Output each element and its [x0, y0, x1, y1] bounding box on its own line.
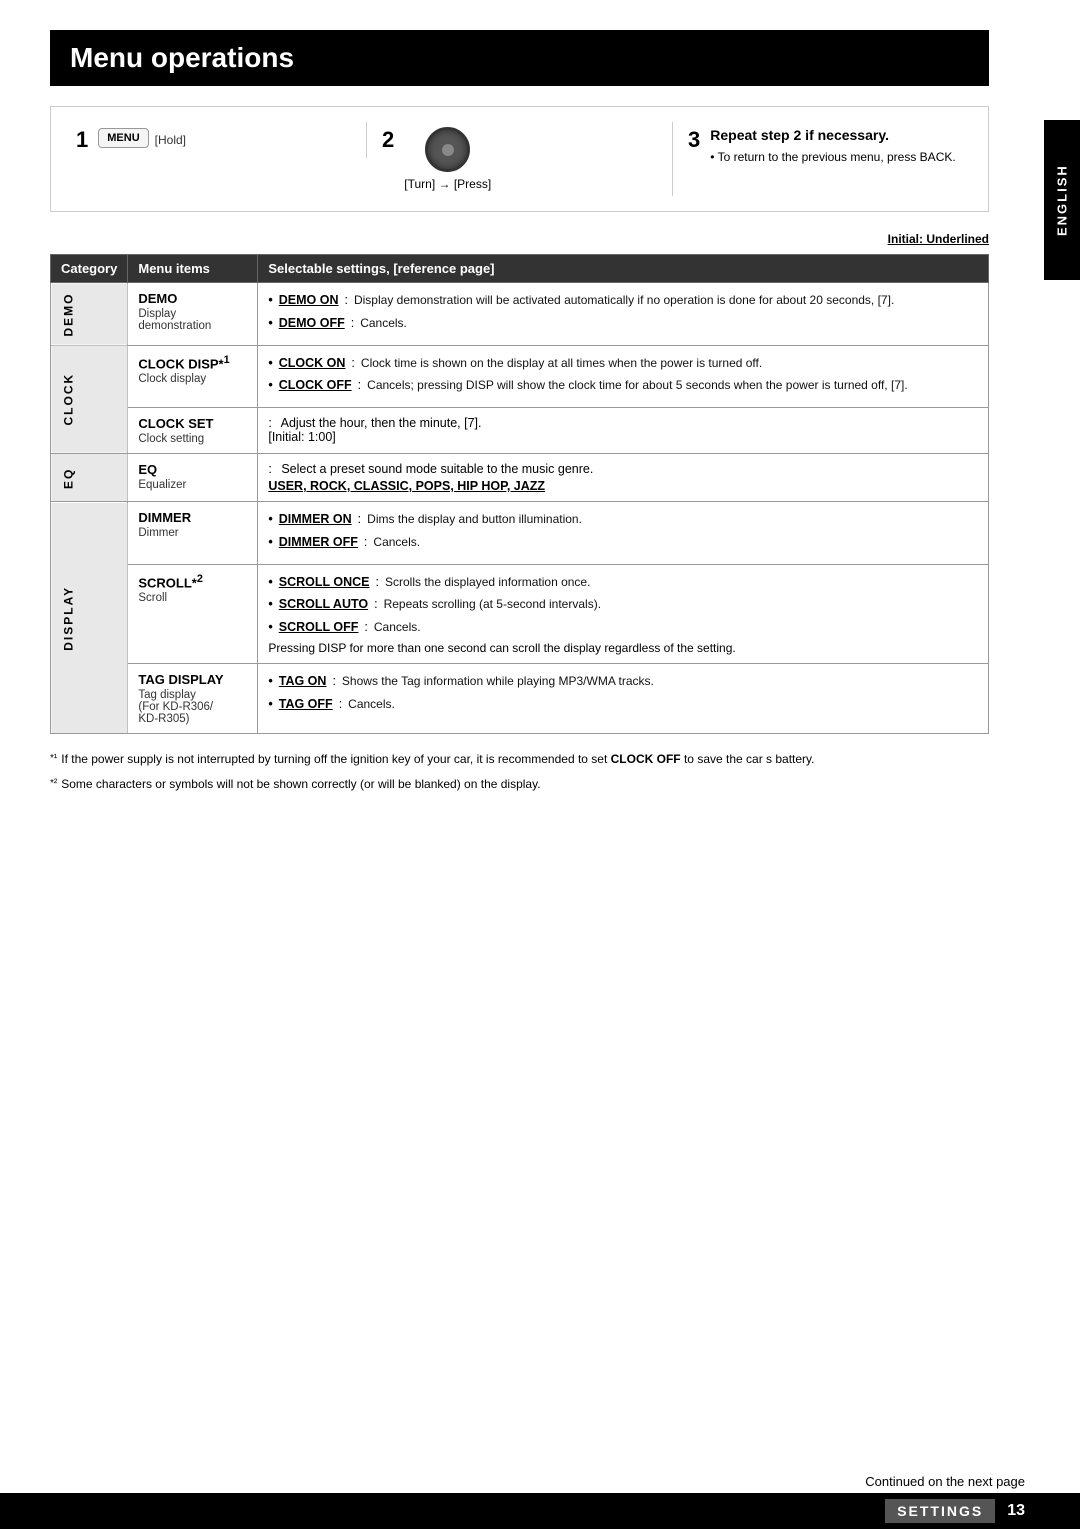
dimmer-off-option: • DIMMER OFF : Cancels.	[268, 533, 978, 552]
step-3-number: 3	[688, 127, 700, 153]
settings-dimmer: • DIMMER ON : Dims the display and butto…	[258, 502, 989, 565]
turn-press-text: [Turn] → [Press]	[404, 177, 491, 191]
menu-item-tag-display: TAG DISPLAY Tag display(For KD-R306/KD-R…	[128, 663, 258, 733]
table-row-dimmer: DISPLAY DIMMER Dimmer • DIMMER ON : Dims…	[51, 502, 989, 565]
menu-item-demo: DEMO Display demonstration	[128, 283, 258, 346]
steps-row: 1 MENU [Hold] 2 [Turn] → [Press]	[50, 106, 989, 212]
step-1: 1 MENU [Hold]	[61, 122, 367, 158]
table-row-clock-disp: CLOCK CLOCK DISP*1 Clock display • CLOCK…	[51, 345, 989, 408]
demo-off-option: • DEMO OFF : Cancels.	[268, 314, 978, 333]
menu-item-scroll: SCROLL*2 Scroll	[128, 564, 258, 663]
scroll-once-option: • SCROLL ONCE : Scrolls the displayed in…	[268, 573, 978, 592]
step-2-number: 2	[382, 127, 394, 153]
menu-item-clock-set: CLOCK SET Clock setting	[128, 408, 258, 454]
page-title: Menu operations	[70, 42, 969, 74]
table-row-tag-display: TAG DISPLAY Tag display(For KD-R306/KD-R…	[51, 663, 989, 733]
knob-icon	[425, 127, 470, 172]
scroll-off-option: • SCROLL OFF : Cancels.	[268, 618, 978, 637]
menu-table: Category Menu items Selectable settings,…	[50, 254, 989, 734]
english-tab: ENGLISH	[1044, 120, 1080, 280]
step-3: 3 Repeat step 2 if necessary. • To retur…	[673, 122, 978, 171]
settings-tag-display: • TAG ON : Shows the Tag information whi…	[258, 663, 989, 733]
menu-button: MENU	[98, 128, 148, 148]
hold-text: [Hold]	[155, 133, 186, 147]
step-2-content: [Turn] → [Press]	[404, 127, 491, 191]
clock-off-bold: CLOCK OFF	[611, 752, 681, 766]
initial-note: Initial: Underlined	[50, 232, 989, 246]
settings-label: SETTINGS	[885, 1499, 995, 1523]
tag-on-option: • TAG ON : Shows the Tag information whi…	[268, 672, 978, 691]
dimmer-on-option: • DIMMER ON : Dims the display and butto…	[268, 510, 978, 529]
footnotes: *¹ If the power supply is not interrupte…	[50, 749, 989, 795]
step-3-heading: Repeat step 2 if necessary.	[710, 127, 889, 143]
settings-clock-disp: • CLOCK ON : Clock time is shown on the …	[258, 345, 989, 408]
scroll-extra-note: Pressing DISP for more than one second c…	[268, 641, 978, 655]
category-demo: DEMO	[51, 283, 128, 346]
tag-off-option: • TAG OFF : Cancels.	[268, 695, 978, 714]
col-header-menu-items: Menu items	[128, 255, 258, 283]
category-eq: EQ	[51, 454, 128, 502]
table-row-scroll: SCROLL*2 Scroll • SCROLL ONCE : Scrolls …	[51, 564, 989, 663]
step-1-content: MENU [Hold]	[98, 128, 186, 152]
step-2: 2 [Turn] → [Press]	[367, 122, 673, 196]
demo-on-option: • DEMO ON : Display demonstration will b…	[268, 291, 978, 310]
step-3-sub: • To return to the previous menu, press …	[710, 148, 955, 166]
scroll-auto-option: • SCROLL AUTO : Repeats scrolling (at 5-…	[268, 595, 978, 614]
continued-note: Continued on the next page	[865, 1474, 1025, 1489]
page-wrapper: ENGLISH Menu operations 1 MENU [Hold] 2	[0, 0, 1080, 1529]
category-clock: CLOCK	[51, 345, 128, 454]
settings-demo: • DEMO ON : Display demonstration will b…	[258, 283, 989, 346]
step-1-number: 1	[76, 127, 88, 153]
menu-item-clock-disp: CLOCK DISP*1 Clock display	[128, 345, 258, 408]
settings-eq: : Select a preset sound mode suitable to…	[258, 454, 989, 502]
eq-options: USER, ROCK, CLASSIC, POPS, HIP HOP, JAZZ	[268, 479, 978, 493]
settings-clock-set: : Adjust the hour, then the minute, [7].…	[258, 408, 989, 454]
table-header-row: Category Menu items Selectable settings,…	[51, 255, 989, 283]
clock-on-option: • CLOCK ON : Clock time is shown on the …	[268, 354, 978, 373]
step-3-content: Repeat step 2 if necessary. • To return …	[710, 127, 955, 166]
menu-item-eq: EQ Equalizer	[128, 454, 258, 502]
knob-inner	[442, 144, 454, 156]
title-banner: Menu operations	[50, 30, 989, 86]
page-number: 13	[1007, 1502, 1025, 1520]
table-row-eq: EQ EQ Equalizer : Select a preset sound …	[51, 454, 989, 502]
footnote-2: *² Some characters or symbols will not b…	[50, 774, 989, 794]
col-header-settings: Selectable settings, [reference page]	[258, 255, 989, 283]
category-display: DISPLAY	[51, 502, 128, 734]
menu-item-dimmer: DIMMER Dimmer	[128, 502, 258, 565]
english-label: ENGLISH	[1055, 164, 1070, 236]
table-row-demo: DEMO DEMO Display demonstration • DEMO O…	[51, 283, 989, 346]
table-row-clock-set: CLOCK SET Clock setting : Adjust the hou…	[51, 408, 989, 454]
col-header-category: Category	[51, 255, 128, 283]
main-content: Menu operations 1 MENU [Hold] 2	[0, 0, 1044, 830]
footnote-1: *¹ If the power supply is not interrupte…	[50, 749, 989, 769]
clock-off-option: • CLOCK OFF : Cancels; pressing DISP wil…	[268, 376, 978, 395]
bottom-bar: SETTINGS 13	[0, 1493, 1080, 1529]
settings-scroll: • SCROLL ONCE : Scrolls the displayed in…	[258, 564, 989, 663]
